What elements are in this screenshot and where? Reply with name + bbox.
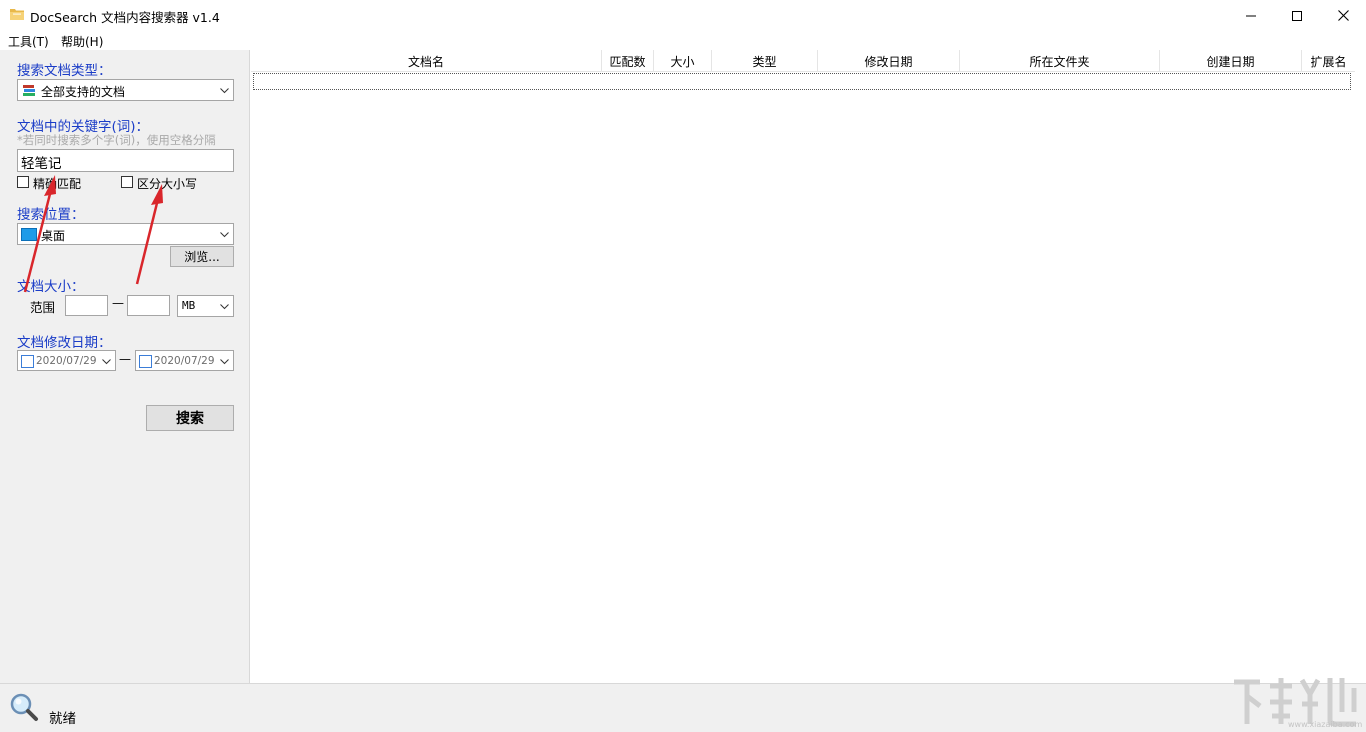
maximize-icon: [1292, 11, 1302, 21]
minimize-icon: [1246, 11, 1256, 21]
chevron-down-icon: [219, 85, 230, 96]
size-max-input[interactable]: [127, 295, 170, 316]
folder-icon: [10, 8, 24, 20]
magnifier-icon: [9, 692, 39, 722]
close-button[interactable]: [1320, 0, 1366, 31]
menu-bar: 工具(T) 帮助(H): [0, 31, 1366, 50]
exact-match-checkbox[interactable]: [17, 176, 29, 188]
size-unit-select[interactable]: MB: [177, 295, 234, 317]
close-icon: [1338, 10, 1349, 21]
size-label: 文档大小：: [17, 275, 85, 295]
case-sensitive-label[interactable]: 区分大小写: [137, 175, 197, 192]
date-dash: —: [119, 352, 131, 366]
date-from-picker[interactable]: 2020/07/29: [17, 350, 116, 371]
desktop-icon: [21, 228, 37, 241]
doc-type-select[interactable]: 全部支持的文档: [17, 79, 234, 101]
location-label: 搜索位置：: [17, 203, 85, 223]
range-label: 范围: [30, 297, 55, 316]
col-extension[interactable]: 扩展名: [1302, 50, 1355, 72]
chevron-down-icon: [219, 301, 230, 312]
date-to-picker[interactable]: 2020/07/29: [135, 350, 234, 371]
location-select[interactable]: 桌面: [17, 223, 234, 245]
results-list[interactable]: [251, 72, 1355, 683]
location-value: 桌面: [41, 227, 65, 244]
window-title: DocSearch 文档内容搜索器 v1.4: [30, 7, 220, 26]
date-label: 文档修改日期：: [17, 331, 112, 351]
search-button[interactable]: 搜索: [146, 405, 234, 431]
col-folder[interactable]: 所在文件夹: [960, 50, 1160, 72]
date-from-value: 2020/07/29: [36, 355, 97, 367]
search-panel: 搜索文档类型： 全部支持的文档 文档中的关键字(词)： *若同时搜索多个字(词)…: [0, 50, 250, 683]
keyword-hint: *若同时搜索多个字(词)，使用空格分隔: [17, 132, 216, 148]
chevron-down-icon: [219, 356, 230, 367]
watermark-url: www.xiazaiba.com: [1288, 720, 1362, 729]
size-unit-value: MB: [182, 299, 195, 312]
keyword-input-value: 轻笔记: [21, 152, 62, 172]
col-doc-name[interactable]: 文档名: [251, 50, 602, 72]
menu-help[interactable]: 帮助(H): [61, 33, 103, 50]
size-min-input[interactable]: [65, 295, 108, 316]
date-from-checkbox[interactable]: [21, 355, 34, 368]
chevron-down-icon: [219, 229, 230, 240]
date-to-value: 2020/07/29: [154, 355, 215, 367]
col-type[interactable]: 类型: [712, 50, 818, 72]
status-text: 就绪: [49, 707, 76, 727]
doc-type-label: 搜索文档类型：: [17, 59, 112, 79]
title-bar: DocSearch 文档内容搜索器 v1.4: [0, 0, 1366, 31]
books-icon: [22, 83, 37, 98]
date-to-checkbox[interactable]: [139, 355, 152, 368]
focus-rect: [253, 73, 1351, 90]
browse-button[interactable]: 浏览...: [170, 246, 234, 267]
doc-type-value: 全部支持的文档: [41, 83, 125, 100]
size-dash: —: [112, 296, 124, 310]
vertical-scrollbar[interactable]: [1355, 50, 1366, 683]
results-header: 文档名 匹配数 大小 类型 修改日期 所在文件夹 创建日期 扩展名: [251, 50, 1355, 72]
col-modified[interactable]: 修改日期: [818, 50, 960, 72]
col-size[interactable]: 大小: [654, 50, 712, 72]
exact-match-label[interactable]: 精确匹配: [33, 175, 81, 192]
maximize-button[interactable]: [1274, 0, 1320, 31]
chevron-down-icon: [101, 356, 112, 367]
case-sensitive-checkbox[interactable]: [121, 176, 133, 188]
keyword-input[interactable]: 轻笔记: [17, 149, 234, 172]
minimize-button[interactable]: [1228, 0, 1274, 31]
menu-tools[interactable]: 工具(T): [8, 33, 49, 50]
col-created[interactable]: 创建日期: [1160, 50, 1302, 72]
col-match-count[interactable]: 匹配数: [602, 50, 654, 72]
status-bar: 就绪: [0, 683, 1366, 732]
